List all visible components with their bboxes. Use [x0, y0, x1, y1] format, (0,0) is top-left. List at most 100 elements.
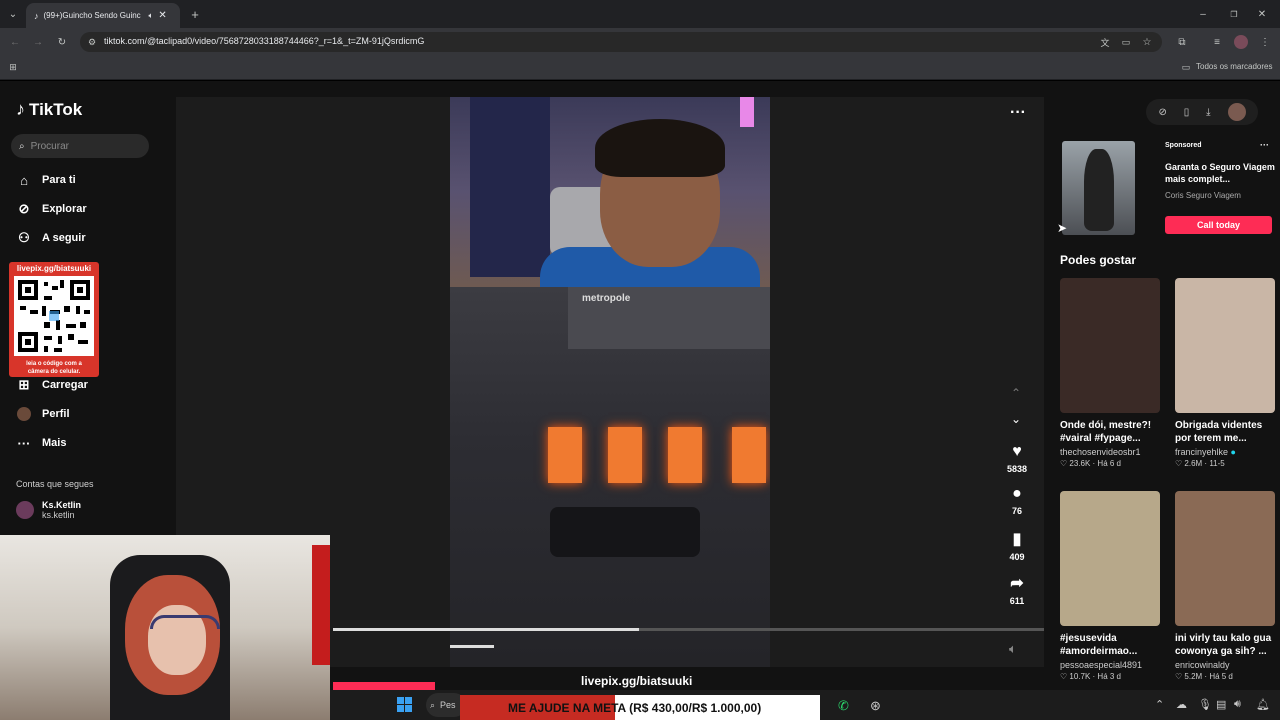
bookmark-icon: ▮	[1012, 531, 1022, 548]
heart-outline-icon: ♡	[1060, 459, 1070, 468]
card-title-line: Onde dói, mestre?!	[1060, 420, 1152, 431]
translate-icon[interactable]: 文	[1098, 35, 1112, 49]
forward-icon[interactable]: →	[31, 35, 45, 49]
search-icon: ⌕	[19, 140, 25, 152]
tab-close-icon[interactable]: ✕	[158, 10, 166, 21]
account-name: Ks.Ketlin	[42, 500, 82, 510]
folder-icon: ▭	[1181, 61, 1191, 72]
card-likes: 10.7K	[1069, 672, 1091, 681]
card-user[interactable]: pessoaespecial4891	[1060, 660, 1160, 670]
sound-icon[interactable]: 🔊︎	[1234, 698, 1241, 711]
card-likes: 23.6K	[1069, 459, 1091, 468]
user-avatar[interactable]	[1227, 103, 1246, 121]
new-tab-icon[interactable]: +	[188, 7, 202, 22]
video-progress-handle[interactable]	[450, 645, 494, 648]
coin-icon[interactable]: ⊘	[1158, 107, 1166, 118]
recommended-card[interactable]: Obrigada videntes por terem me... francin…	[1175, 278, 1275, 468]
video-progress-bar[interactable]	[333, 628, 1044, 631]
game-scene	[450, 287, 770, 667]
url-text: tiktok.com/@taclipad0/video/756872803318…	[104, 36, 425, 46]
nav-following[interactable]: ⚇ A seguir	[16, 230, 86, 246]
minimize-icon[interactable]: –	[1196, 7, 1210, 21]
video-thumbnail	[1060, 491, 1160, 626]
site-info-icon[interactable]: ⚙	[86, 36, 98, 48]
card-date: Há 5 d	[1209, 672, 1233, 681]
reload-icon[interactable]: ↻	[55, 35, 69, 49]
recommended-card[interactable]: Onde dói, mestre?! #vairal #fypage... the…	[1060, 278, 1160, 468]
nav-for-you[interactable]: ⌂ Para ti	[16, 172, 76, 188]
video-player[interactable]	[450, 97, 770, 667]
card-title-line: cowonya ga sih? ...	[1175, 646, 1267, 657]
ad-thumbnail[interactable]	[1062, 141, 1135, 235]
tiktok-logo[interactable]: ♪ TikTok	[16, 99, 82, 120]
qr-caption-line-2: câmera do celular.	[27, 369, 81, 375]
card-meta: ♡ 5.2M · Há 5 d	[1175, 672, 1233, 681]
nav-explore[interactable]: ⊘ Explorar	[16, 201, 87, 217]
all-bookmarks-link[interactable]: Todos os marcadores	[1196, 62, 1272, 71]
taskbar-search-text: Pes	[440, 700, 456, 710]
card-user[interactable]: thechosenvideosbr1	[1060, 447, 1160, 457]
streamer-webcam-overlay	[0, 535, 330, 720]
cloud-icon[interactable]: ☁	[1176, 698, 1187, 711]
card-date: 11-5	[1209, 459, 1225, 468]
nav-label: A seguir	[42, 232, 86, 244]
video-thumbnail	[1060, 278, 1160, 413]
mic-icon[interactable]: 🎙︎	[1198, 698, 1212, 711]
browser-menu-icon[interactable]: ⋮	[1258, 35, 1272, 49]
ad-title[interactable]: Garanta o Seguro Viagem mais complet...	[1165, 161, 1275, 185]
lit-window	[608, 427, 642, 483]
tab-search-icon[interactable]: ⌄	[6, 7, 20, 21]
heart-outline-icon: ♡	[1175, 459, 1185, 468]
recommended-card[interactable]: ini virly tau kalo gua cowonya ga sih? ..…	[1175, 491, 1275, 681]
download-icon[interactable]: ⤓	[1206, 107, 1210, 118]
video-more-icon[interactable]: ···	[1010, 104, 1026, 122]
volume-icon[interactable]: 🔈︎	[1009, 641, 1017, 657]
card-user[interactable]: francinyehlke ●	[1175, 447, 1275, 457]
profile-avatar[interactable]	[1234, 35, 1248, 49]
browser-tab[interactable]: ♪ (99+)Guincho Sendo Guinc 🔈︎ ✕	[26, 3, 180, 28]
extensions-icon[interactable]: ⧉	[1175, 35, 1189, 49]
cast-icon[interactable]: ▭	[1119, 35, 1133, 49]
overlay-pink-bar	[333, 682, 435, 690]
comment-count: 76	[1011, 506, 1022, 516]
share-button[interactable]: ➦ 611	[1001, 573, 1033, 606]
qr-url: livepix.gg/biatsuuki	[16, 264, 92, 273]
restore-icon[interactable]: ❐	[1227, 7, 1241, 21]
top-right-toolbar: ⊘ ▯ ⤓	[1146, 99, 1258, 125]
ad-more-icon[interactable]: ···	[1260, 140, 1269, 150]
media-controls-icon[interactable]: ≡	[1210, 35, 1224, 49]
next-video-icon[interactable]: ⌄	[1011, 412, 1021, 426]
whatsapp-icon[interactable]: ✆	[838, 698, 849, 714]
building-sign-text: metropole	[582, 293, 631, 304]
app-icon[interactable]: ⊛	[870, 698, 881, 714]
notification-bell-icon[interactable]: 🔔︎	[1256, 698, 1270, 711]
tiktok-note-icon: ♪	[16, 99, 25, 119]
windows-start-icon[interactable]	[397, 697, 412, 712]
comment-button[interactable]: ● 76	[1001, 485, 1033, 516]
card-likes: 2.6M	[1184, 459, 1203, 468]
card-user[interactable]: enricowinaldy	[1175, 660, 1275, 670]
apps-grid-icon[interactable]: ⊞	[6, 60, 20, 74]
previous-video-icon[interactable]: ⌃	[1011, 386, 1021, 400]
bookmark-star-icon[interactable]: ☆	[1140, 35, 1154, 49]
network-icon[interactable]: ▤	[1216, 698, 1226, 711]
nav-more[interactable]: ··· Mais	[16, 435, 67, 451]
tab-title: (99+)Guincho Sendo Guinc	[43, 11, 141, 20]
heart-icon: ♥	[1012, 443, 1022, 460]
nav-profile[interactable]: Perfil	[16, 406, 70, 422]
window-close-icon[interactable]: ✕	[1255, 7, 1269, 21]
back-icon[interactable]: ←	[8, 35, 22, 49]
nav-upload[interactable]: ⊞ Carregar	[16, 377, 88, 393]
call-today-button[interactable]: Call today	[1165, 216, 1272, 234]
save-button[interactable]: ▮ 409	[1001, 529, 1033, 562]
search-input[interactable]: ⌕ Procurar	[11, 134, 149, 158]
like-button[interactable]: ♥ 5838	[1001, 443, 1033, 474]
phone-icon[interactable]: ▯	[1184, 107, 1190, 118]
recommended-card[interactable]: #jesusevida #amordeirmao... pessoaespecia…	[1060, 491, 1160, 681]
speaker-icon[interactable]: 🔈︎	[149, 11, 154, 21]
lit-window	[732, 427, 766, 483]
following-account-item[interactable]: Ks.Ketlin ks.ketlin	[16, 500, 81, 520]
following-accounts-title: Contas que segues	[16, 479, 94, 489]
tray-chevron-icon[interactable]: ⌃	[1155, 698, 1164, 711]
nav-label: Mais	[42, 437, 67, 449]
